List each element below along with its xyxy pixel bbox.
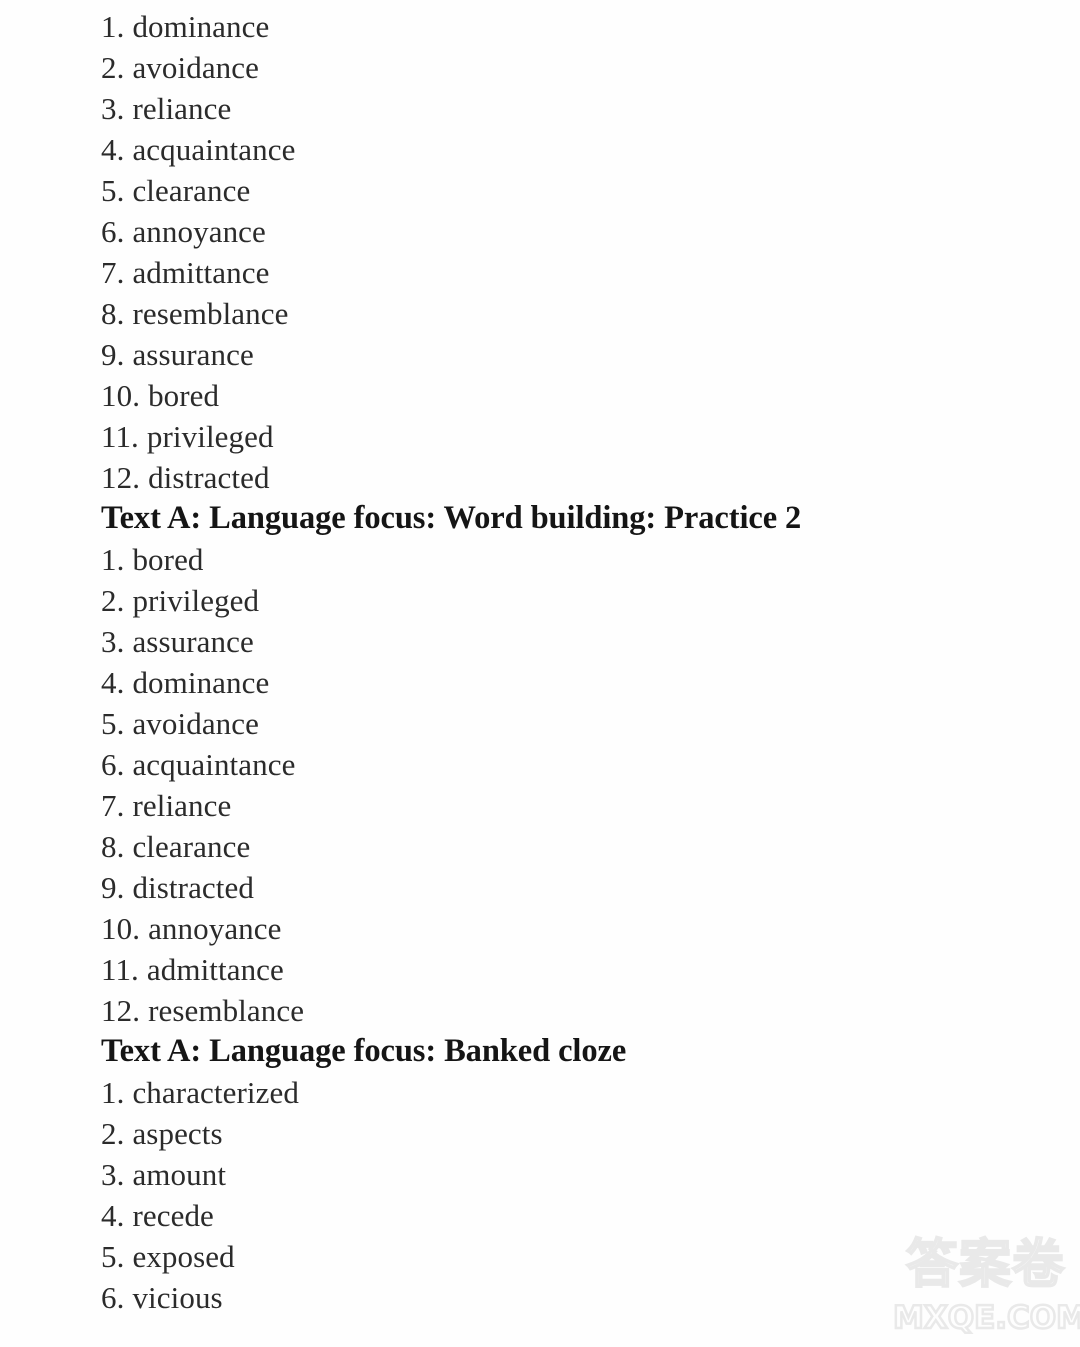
list-item: 4. acquaintance <box>101 129 1031 170</box>
list-item-number: 3. <box>101 91 125 126</box>
list-item-text: distracted <box>132 870 254 905</box>
list-item-number: 6. <box>101 747 125 782</box>
list-item-number: 1. <box>101 542 125 577</box>
list-item-number: 9. <box>101 337 125 372</box>
list-item-number: 5. <box>101 173 125 208</box>
list-item: 3. reliance <box>101 88 1031 129</box>
list-item-number: 10. <box>101 378 141 413</box>
list-item: 3. assurance <box>101 621 1031 662</box>
list-item-text: acquaintance <box>132 132 296 167</box>
list-item-text: annoyance <box>148 911 282 946</box>
list-item: 3. amount <box>101 1154 1031 1195</box>
list-item-text: reliance <box>132 788 232 823</box>
list-item-text: clearance <box>132 829 251 864</box>
section-heading: Text A: Language focus: Banked cloze <box>101 1033 627 1069</box>
list-item: 9. distracted <box>101 867 1031 908</box>
list-item: 10. annoyance <box>101 908 1031 949</box>
list-item-text: avoidance <box>132 706 260 741</box>
list-item: 1. dominance <box>101 6 1031 47</box>
list-item-text: dominance <box>132 9 270 44</box>
list-item-number: 4. <box>101 132 125 167</box>
list-item-number: 5. <box>101 1239 125 1274</box>
document-page: 1. dominance 2. avoidance 3. reliance 4. acq… <box>0 0 1080 1347</box>
list-item-number: 11. <box>101 419 139 454</box>
list-item-number: 2. <box>101 1116 125 1151</box>
list-item: 11. privileged <box>101 416 1031 457</box>
list-item-number: 12. <box>101 460 141 495</box>
list-item-number: 4. <box>101 665 125 700</box>
list-item: 4. dominance <box>101 662 1031 703</box>
list-item-number: 8. <box>101 296 125 331</box>
list-item-number: 4. <box>101 1198 125 1233</box>
list-item: 7. admittance <box>101 252 1031 293</box>
list-item-text: resemblance <box>132 296 289 331</box>
list-item-text: assurance <box>132 624 254 659</box>
list-item-text: acquaintance <box>132 747 296 782</box>
list-item-number: 3. <box>101 1157 125 1192</box>
list-item-number: 6. <box>101 1280 125 1315</box>
list-item: 6. vicious <box>101 1277 1031 1318</box>
list-item-text: aspects <box>132 1116 223 1151</box>
list-item: 11. admittance <box>101 949 1031 990</box>
list-item-number: 10. <box>101 911 141 946</box>
list-item-text: assurance <box>132 337 254 372</box>
list-item-text: characterized <box>132 1075 299 1110</box>
list-item: 12. resemblance <box>101 990 1031 1031</box>
list-item-number: 2. <box>101 583 125 618</box>
list-item-text: privileged <box>146 419 274 454</box>
list-item: 7. reliance <box>101 785 1031 826</box>
list-item-text: vicious <box>132 1280 223 1315</box>
list-item-number: 2. <box>101 50 125 85</box>
list-item: 2. privileged <box>101 580 1031 621</box>
list-item-text: admittance <box>146 952 284 987</box>
list-item: 1. characterized <box>101 1072 1031 1113</box>
list-item-text: bored <box>132 542 204 577</box>
list-item: 2. aspects <box>101 1113 1031 1154</box>
list-item-text: resemblance <box>148 993 305 1028</box>
list-item: 6. acquaintance <box>101 744 1031 785</box>
list-item-number: 9. <box>101 870 125 905</box>
list-item: 12. distracted <box>101 457 1031 498</box>
list-item-text: recede <box>132 1198 214 1233</box>
list-item-number: 5. <box>101 706 125 741</box>
list-item-text: admittance <box>132 255 270 290</box>
list-item: 5. clearance <box>101 170 1031 211</box>
list-item-number: 1. <box>101 9 125 44</box>
list-item-number: 8. <box>101 829 125 864</box>
list-item: 6. annoyance <box>101 211 1031 252</box>
list-item-number: 7. <box>101 788 125 823</box>
list-item-number: 11. <box>101 952 139 987</box>
list-item-text: annoyance <box>132 214 266 249</box>
list-item-text: clearance <box>132 173 251 208</box>
list-item-text: exposed <box>132 1239 235 1274</box>
list-item: 1. bored <box>101 539 1031 580</box>
list-item: 9. assurance <box>101 334 1031 375</box>
list-item: 4. recede <box>101 1195 1031 1236</box>
list-item-text: avoidance <box>132 50 260 85</box>
list-item-text: distracted <box>148 460 270 495</box>
list-item-text: dominance <box>132 665 270 700</box>
list-item-number: 3. <box>101 624 125 659</box>
list-item-text: reliance <box>132 91 232 126</box>
list-item: 10. bored <box>101 375 1031 416</box>
list-item: 8. clearance <box>101 826 1031 867</box>
list-item-text: bored <box>148 378 220 413</box>
answer-key-content: 1. dominance 2. avoidance 3. reliance 4. acq… <box>101 6 1031 1318</box>
list-item: 8. resemblance <box>101 293 1031 334</box>
list-item: 2. avoidance <box>101 47 1031 88</box>
section-heading: Text A: Language focus: Word building: P… <box>101 500 802 536</box>
list-item: 5. exposed <box>101 1236 1031 1277</box>
list-item-number: 7. <box>101 255 125 290</box>
list-item-number: 6. <box>101 214 125 249</box>
list-item-number: 12. <box>101 993 141 1028</box>
list-item-text: privileged <box>132 583 260 618</box>
list-item-number: 1. <box>101 1075 125 1110</box>
list-item: 5. avoidance <box>101 703 1031 744</box>
list-item-text: amount <box>132 1157 227 1192</box>
